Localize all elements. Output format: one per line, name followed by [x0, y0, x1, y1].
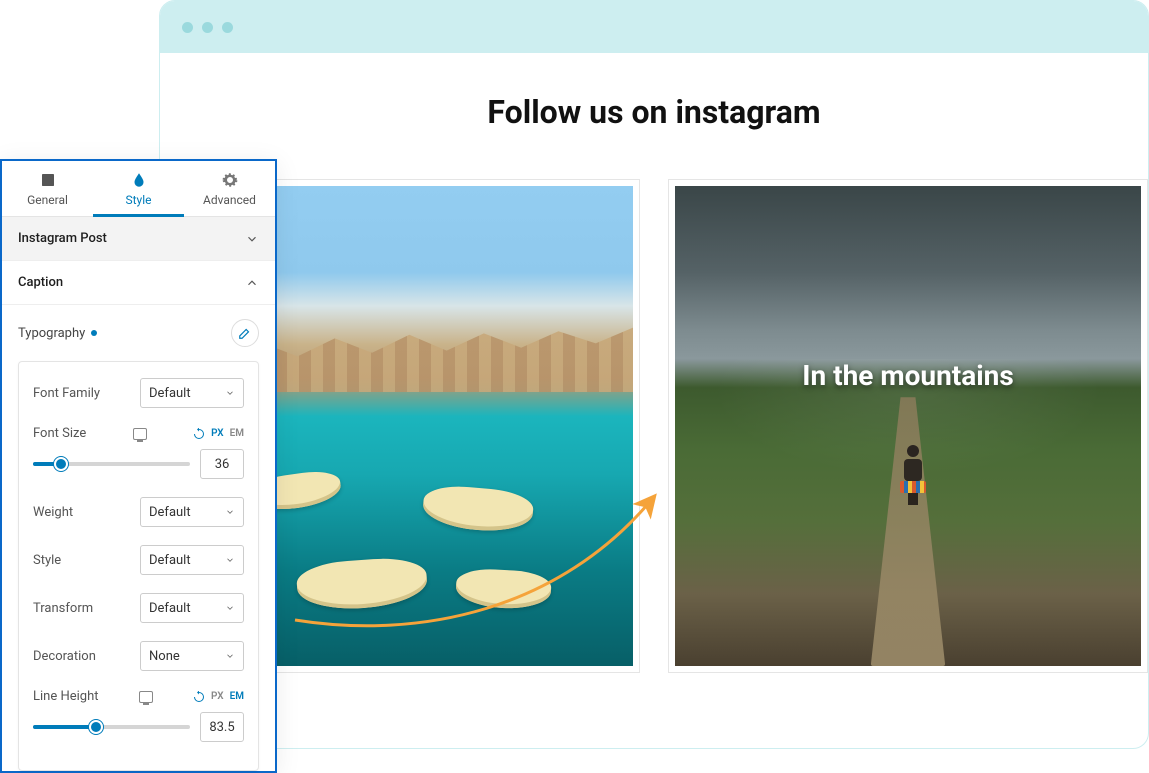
tab-advanced[interactable]: Advanced [184, 161, 275, 216]
chevron-down-icon [225, 651, 235, 661]
section-caption[interactable]: Caption [2, 261, 275, 305]
page-title: Follow us on instagram [160, 93, 1148, 131]
decoration-select[interactable]: None [140, 641, 244, 671]
modified-dot-icon [91, 330, 97, 336]
font-size-label: Font Size [33, 426, 86, 441]
weight-select[interactable]: Default [140, 497, 244, 527]
droplet-icon [130, 171, 148, 189]
chevron-up-icon [245, 276, 259, 290]
tab-label: Advanced [203, 193, 256, 207]
tab-label: Style [125, 193, 151, 207]
traffic-light-zoom[interactable] [222, 22, 233, 33]
section-label: Caption [18, 275, 63, 290]
traffic-light-minimize[interactable] [202, 22, 213, 33]
unit-em[interactable]: EM [230, 691, 244, 702]
style-label: Style [33, 553, 132, 568]
inspector-panel: General Style Advanced Instagram Post Ca… [0, 159, 277, 773]
gear-icon [221, 171, 239, 189]
transform-label: Transform [33, 601, 132, 616]
input-value: 36 [215, 457, 230, 472]
chevron-down-icon [225, 507, 235, 517]
desktop-icon[interactable] [139, 691, 153, 703]
weight-label: Weight [33, 505, 132, 520]
layout-icon [39, 171, 57, 189]
select-value: Default [149, 601, 191, 616]
edit-button[interactable] [231, 319, 259, 347]
section-label: Instagram Post [18, 231, 107, 246]
font-family-label: Font Family [33, 386, 132, 401]
transform-select[interactable]: Default [140, 593, 244, 623]
select-value: Default [149, 386, 191, 401]
typography-label: Typography [18, 326, 85, 341]
font-size-slider[interactable] [33, 462, 190, 466]
instagram-image-mountain: In the mountains [675, 186, 1141, 666]
unit-em[interactable]: EM [230, 428, 244, 439]
decoration-label: Decoration [33, 649, 132, 664]
style-select[interactable]: Default [140, 545, 244, 575]
input-value: 83.5 [209, 720, 234, 735]
instagram-gallery: In the mountains [160, 131, 1148, 673]
browser-chrome [160, 1, 1148, 53]
unit-px[interactable]: PX [211, 428, 224, 439]
pencil-icon [238, 326, 252, 340]
traffic-light-close[interactable] [182, 22, 193, 33]
desktop-icon[interactable] [133, 428, 147, 440]
chevron-down-icon [225, 388, 235, 398]
font-family-select[interactable]: Default [140, 378, 244, 408]
instagram-post-card[interactable]: In the mountains [668, 179, 1148, 673]
tab-style[interactable]: Style [93, 161, 184, 216]
tab-label: General [27, 193, 68, 207]
select-value: None [149, 649, 180, 664]
section-instagram-post[interactable]: Instagram Post [2, 217, 275, 261]
select-value: Default [149, 505, 191, 520]
select-value: Default [149, 553, 191, 568]
reset-icon[interactable] [193, 428, 205, 440]
chevron-down-icon [225, 603, 235, 613]
tab-general[interactable]: General [2, 161, 93, 216]
chevron-down-icon [245, 232, 259, 246]
unit-px[interactable]: PX [211, 691, 224, 702]
line-height-slider[interactable] [33, 725, 190, 729]
font-size-input[interactable]: 36 [200, 449, 244, 479]
chevron-down-icon [225, 555, 235, 565]
browser-window: Follow us on instagram In the mountains [159, 0, 1149, 749]
instagram-caption: In the mountains [802, 359, 1013, 392]
line-height-label: Line Height [33, 689, 99, 704]
line-height-input[interactable]: 83.5 [200, 712, 244, 742]
typography-settings: Font Family Default Font Size PX EM [18, 361, 259, 771]
reset-icon[interactable] [193, 691, 205, 703]
